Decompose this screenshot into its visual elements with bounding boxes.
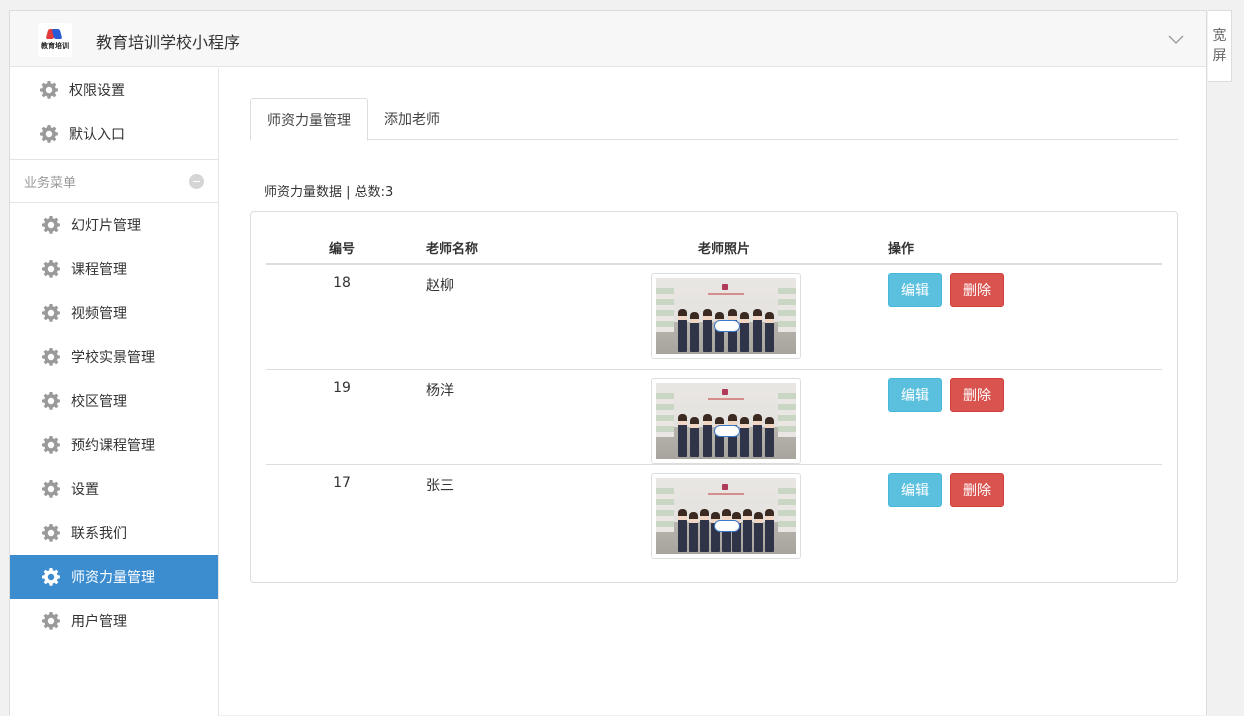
gear-icon: [40, 81, 58, 99]
row-actions: 编辑 删除: [888, 378, 1004, 412]
gear-icon: [42, 348, 60, 366]
collapse-icon[interactable]: [189, 174, 204, 189]
app-header: 教育培训 教育培训学校小程序: [10, 11, 1206, 67]
tab-label: 添加老师: [384, 112, 440, 128]
app-logo: 教育培训: [38, 23, 72, 57]
tab-add-teacher[interactable]: 添加老师: [368, 98, 456, 140]
sidebar-item-label: 联系我们: [71, 526, 127, 542]
gear-icon: [42, 480, 60, 498]
wide-label-2: 屏: [1212, 48, 1227, 64]
sidebar-item-contact[interactable]: 联系我们: [10, 511, 218, 555]
sidebar: 权限设置 默认入口 业务菜单 幻灯片管理 课程管理 视频管理 学校实景管理 校区…: [10, 68, 219, 716]
row-actions: 编辑 删除: [888, 273, 1004, 307]
table-row: 18 赵柳 编辑 删除: [266, 265, 1162, 370]
sidebar-item-label: 用户管理: [71, 614, 127, 630]
sidebar-item-course-booking[interactable]: 预约课程管理: [10, 423, 218, 467]
wide-screen-button[interactable]: 宽 屏: [1208, 10, 1232, 82]
column-header-name: 老师名称: [426, 242, 479, 257]
gear-icon: [42, 436, 60, 454]
logo-text: 教育培训: [41, 42, 69, 50]
section-label: 业务菜单: [24, 175, 77, 191]
sidebar-item-label: 预约课程管理: [71, 438, 155, 454]
teacher-photo[interactable]: [651, 473, 801, 559]
teacher-id: 18: [333, 275, 351, 291]
sidebar-item-slides[interactable]: 幻灯片管理: [10, 203, 218, 247]
chevron-down-icon[interactable]: [1168, 31, 1184, 47]
sidebar-item-teachers[interactable]: 师资力量管理: [10, 555, 218, 599]
teacher-table: 编号 老师名称 老师照片 操作 18 赵柳 编辑 删除 19 杨洋 编辑 删除 …: [266, 230, 1162, 560]
sidebar-item-videos[interactable]: 视频管理: [10, 291, 218, 335]
sidebar-item-label: 学校实景管理: [71, 350, 155, 366]
tab-label: 师资力量管理: [267, 112, 351, 129]
teacher-table-panel: 编号 老师名称 老师照片 操作 18 赵柳 编辑 删除 19 杨洋 编辑 删除 …: [250, 211, 1178, 583]
gear-icon: [40, 125, 58, 143]
sidebar-item-school-scenes[interactable]: 学校实景管理: [10, 335, 218, 379]
table-row: 19 杨洋 编辑 删除: [266, 370, 1162, 465]
sidebar-item-default-entry[interactable]: 默认入口: [10, 112, 218, 156]
teacher-name: 赵柳: [426, 278, 454, 294]
delete-button[interactable]: 删除: [950, 273, 1004, 307]
column-header-actions: 操作: [888, 242, 915, 257]
gear-icon: [42, 216, 60, 234]
sidebar-item-courses[interactable]: 课程管理: [10, 247, 218, 291]
sidebar-section-business-menu[interactable]: 业务菜单: [10, 159, 218, 203]
table-row: 17 张三 编辑 删除: [266, 465, 1162, 560]
data-summary-title: 师资力量数据 | 总数:3: [264, 185, 394, 200]
row-actions: 编辑 删除: [888, 473, 1004, 507]
edit-button[interactable]: 编辑: [888, 273, 942, 307]
sidebar-item-label: 课程管理: [71, 262, 127, 278]
sidebar-item-permissions[interactable]: 权限设置: [10, 68, 218, 112]
teacher-name: 杨洋: [426, 383, 454, 399]
edit-button[interactable]: 编辑: [888, 378, 942, 412]
table-header: 编号 老师名称 老师照片 操作: [266, 230, 1162, 265]
column-header-id: 编号: [328, 242, 355, 257]
tab-bar: 师资力量管理 添加老师: [250, 98, 1178, 141]
column-header-photo: 老师照片: [698, 242, 751, 257]
sidebar-item-label: 权限设置: [69, 83, 125, 99]
gear-icon: [42, 524, 60, 542]
gear-icon: [42, 568, 60, 586]
gear-icon: [42, 612, 60, 630]
sidebar-item-label: 视频管理: [71, 306, 127, 322]
delete-button[interactable]: 删除: [950, 473, 1004, 507]
sidebar-item-users[interactable]: 用户管理: [10, 599, 218, 643]
app-title: 教育培训学校小程序: [96, 33, 241, 52]
teacher-name: 张三: [426, 478, 454, 494]
sidebar-item-label: 设置: [71, 482, 99, 498]
teacher-id: 17: [333, 475, 351, 491]
sidebar-item-campuses[interactable]: 校区管理: [10, 379, 218, 423]
sidebar-item-settings[interactable]: 设置: [10, 467, 218, 511]
sidebar-item-label: 校区管理: [71, 394, 127, 410]
gear-icon: [42, 304, 60, 322]
teacher-id: 19: [333, 380, 351, 396]
delete-button[interactable]: 删除: [950, 378, 1004, 412]
wide-label-1: 宽: [1212, 28, 1227, 44]
sidebar-item-label: 师资力量管理: [71, 570, 155, 586]
gear-icon: [42, 392, 60, 410]
sidebar-item-label: 幻灯片管理: [71, 218, 141, 234]
edit-button[interactable]: 编辑: [888, 473, 942, 507]
gear-icon: [42, 260, 60, 278]
app-window: 教育培训 教育培训学校小程序 权限设置 默认入口 业务菜单 幻灯片管理 课程管理: [9, 10, 1207, 716]
logo-mark-icon: [45, 29, 63, 41]
teacher-photo[interactable]: [651, 378, 801, 464]
teacher-photo[interactable]: [651, 273, 801, 359]
tab-teacher-management[interactable]: 师资力量管理: [250, 98, 368, 141]
sidebar-item-label: 默认入口: [69, 127, 125, 143]
